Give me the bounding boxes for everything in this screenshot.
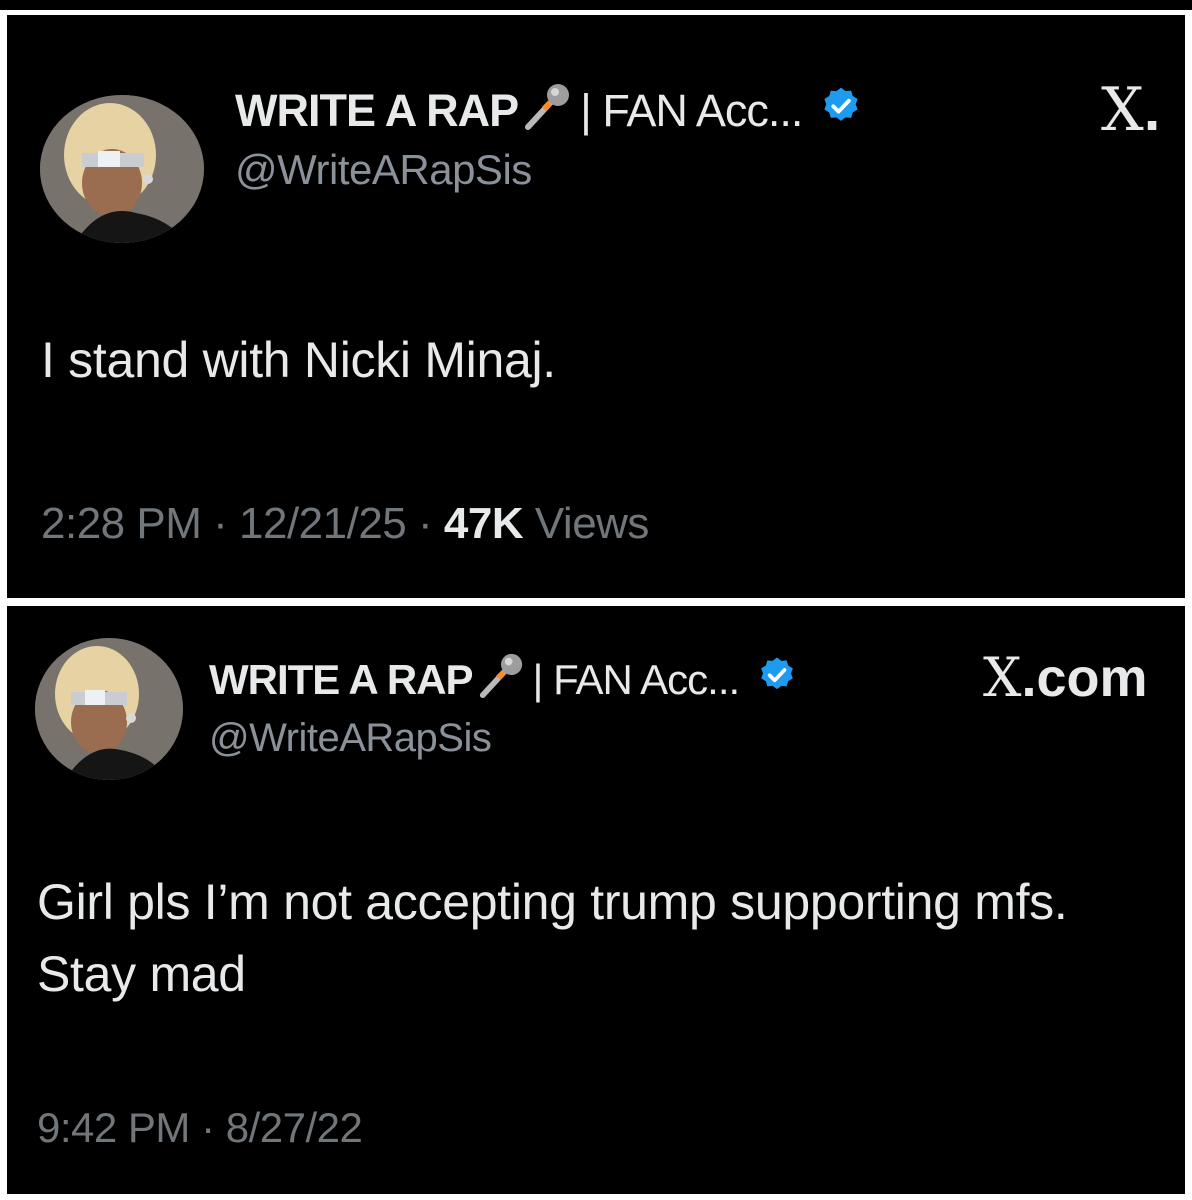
display-name-row[interactable]: WRITE A RAP | FAN Acc... [209, 652, 797, 708]
name-suffix: | FAN Acc... [580, 85, 803, 136]
tweet-date[interactable]: 8/27/22 [226, 1104, 363, 1151]
microphone-icon [522, 81, 572, 142]
name-suffix: | FAN Acc... [532, 656, 741, 703]
top-border [0, 0, 1192, 10]
x-logo-glyph: X [983, 646, 1022, 709]
avatar[interactable] [35, 638, 183, 780]
tweet-date[interactable]: 12/21/25 [239, 499, 407, 548]
display-name[interactable]: WRITE A RAP [235, 85, 519, 137]
handle[interactable]: @WriteARapSis [235, 146, 532, 194]
display-name-row[interactable]: WRITE A RAP | FAN Acc... [235, 81, 862, 141]
tweet-card-2: WRITE A RAP | FAN Acc... @WriteARapSis X… [7, 606, 1185, 1194]
tweet-text: Girl pls I’m not accepting trump support… [37, 874, 1068, 1002]
source-suffix: . [1143, 76, 1161, 143]
x-logo-icon[interactable]: X.com [983, 646, 1148, 709]
views-label: Views [534, 499, 650, 548]
tweet-text: I stand with Nicki Minaj. [41, 332, 556, 388]
meta-separator: · [201, 1104, 215, 1151]
verified-badge-icon [757, 655, 797, 705]
tweet-card-1: WRITE A RAP | FAN Acc... @WriteARapSis X… [7, 15, 1185, 598]
x-logo-icon[interactable]: X. [1101, 75, 1160, 145]
tweet-time[interactable]: 9:42 PM [37, 1104, 190, 1151]
avatar-image [40, 95, 204, 243]
meta-separator: · [418, 499, 433, 548]
views-count[interactable]: 47K [444, 499, 524, 548]
tweet-time[interactable]: 2:28 PM [41, 499, 202, 548]
handle[interactable]: @WriteARapSis [209, 716, 492, 761]
tweet-meta: 2:28 PM · 12/21/25 · 47K Views [41, 499, 649, 549]
avatar[interactable] [40, 95, 204, 243]
meta-separator: · [213, 499, 228, 548]
source-suffix: .com [1021, 648, 1148, 708]
x-logo-glyph: X [1101, 75, 1144, 145]
avatar-image [35, 638, 183, 780]
microphone-icon [477, 651, 525, 709]
tweet-meta: 9:42 PM · 8/27/22 [37, 1104, 363, 1152]
verified-badge-icon [820, 85, 862, 138]
display-name[interactable]: WRITE A RAP [209, 656, 474, 704]
